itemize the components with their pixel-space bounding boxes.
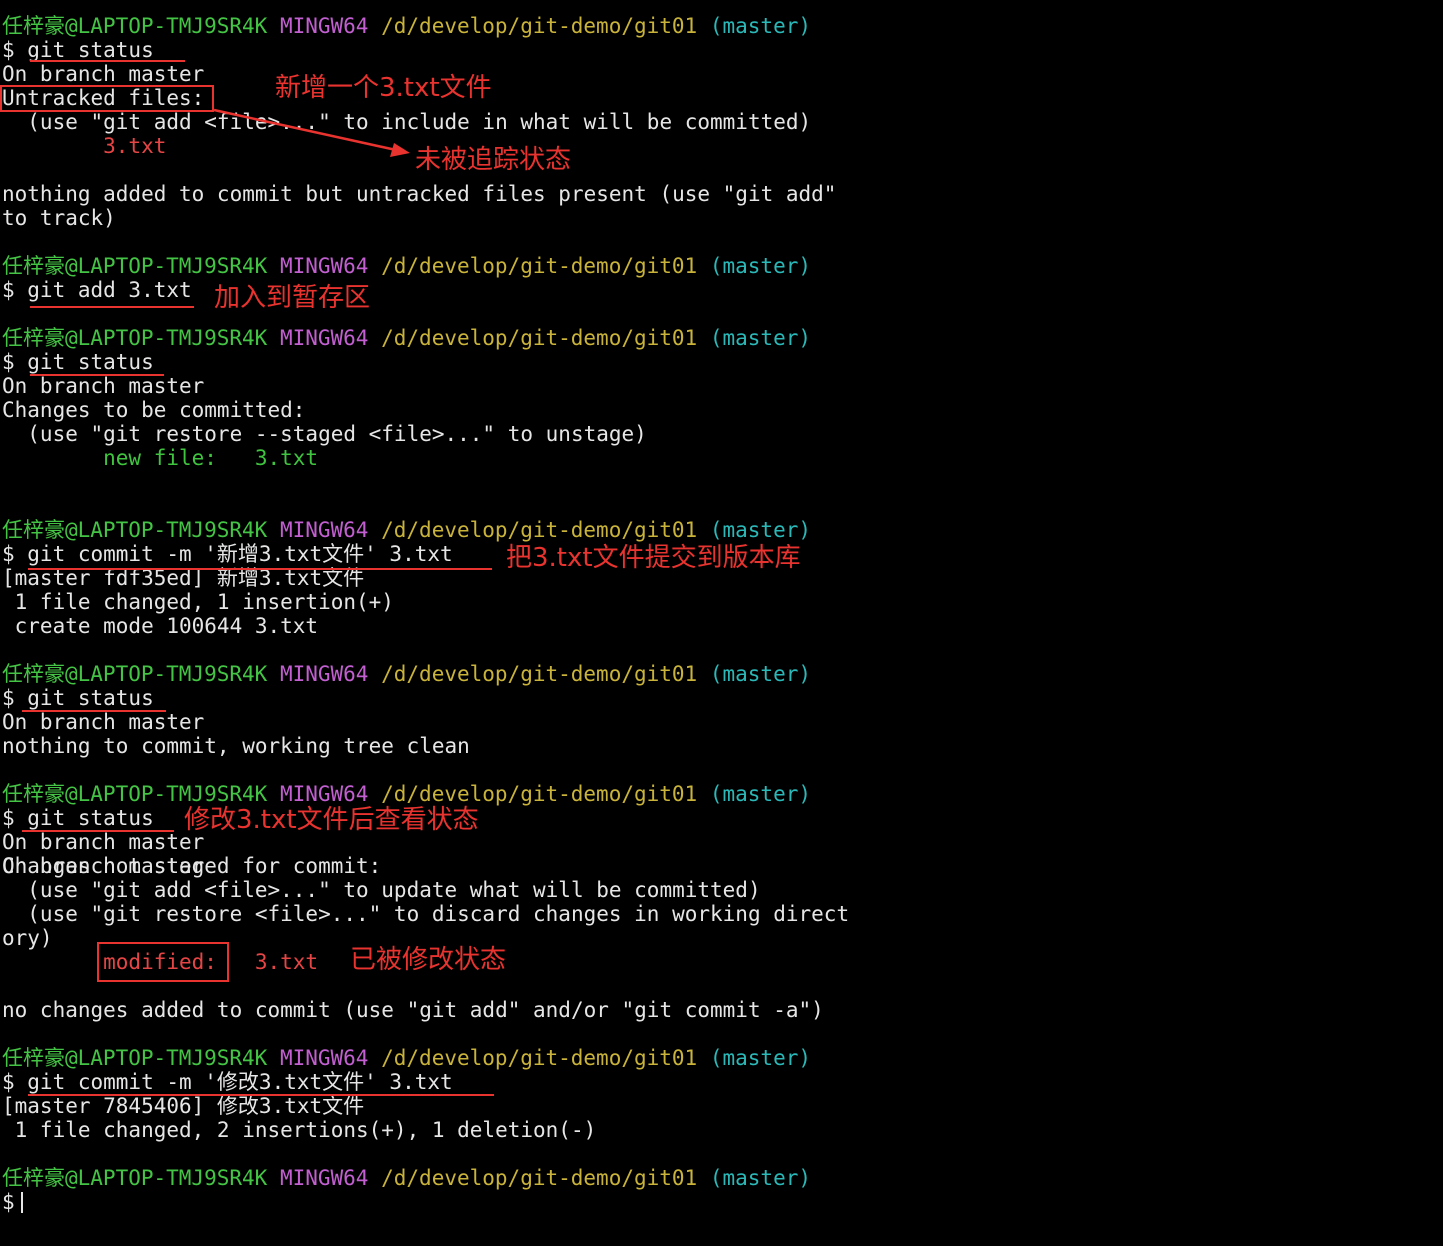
annotation-commit: 把3.txt文件提交到版本库	[506, 543, 801, 573]
arrow-head	[390, 143, 410, 157]
annotation-modified-state: 已被修改状态	[350, 945, 507, 975]
annotation-untracked: 未被追踪状态	[415, 145, 572, 175]
annotation-staged: 加入到暂存区	[214, 283, 371, 313]
annotation-after-modify: 修改3.txt文件后查看状态	[184, 805, 479, 835]
annotation-arrow	[213, 108, 410, 157]
arrow-line	[213, 108, 397, 152]
terminal-window[interactable]: 任梓豪@LAPTOP-TMJ9SR4K MINGW64 /d/develop/g…	[0, 0, 1443, 1246]
annotation-new-file: 新增一个3.txt文件	[275, 73, 492, 103]
